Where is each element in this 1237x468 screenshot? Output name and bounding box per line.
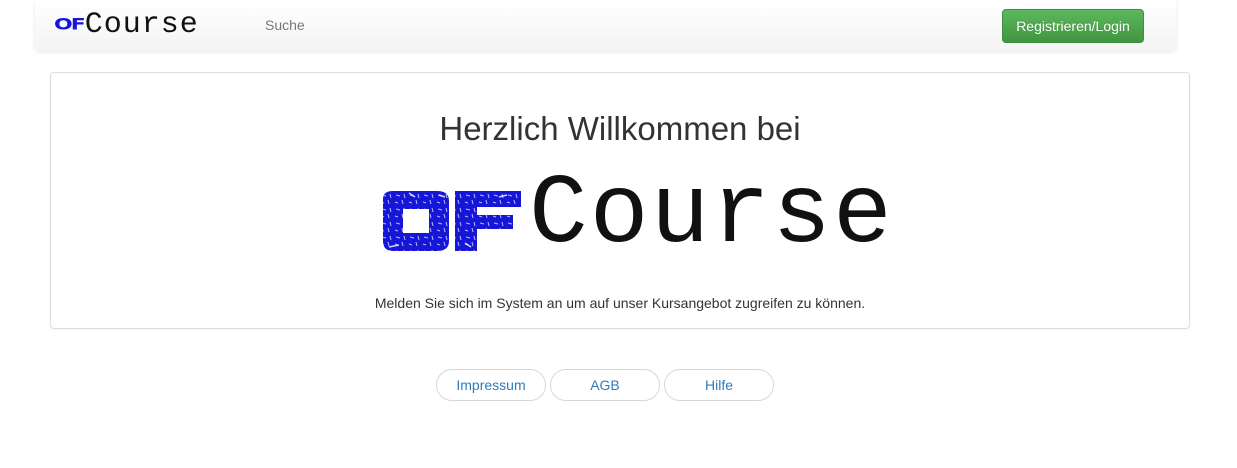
logo-word-course: Course bbox=[529, 160, 894, 271]
login-hint-text: Melden Sie sich im System an um auf unse… bbox=[374, 295, 866, 311]
brand-logo-mark: OF bbox=[54, 15, 86, 34]
footer-link-impressum[interactable]: Impressum bbox=[436, 369, 546, 401]
of-logo-mark-image bbox=[383, 191, 521, 251]
footer-links: Impressum AGB Hilfe bbox=[436, 369, 774, 401]
brand-logo-link[interactable]: OF Course bbox=[54, 10, 199, 40]
welcome-title: Herzlich Willkommen bei bbox=[439, 110, 801, 147]
nav-link-search[interactable]: Suche bbox=[265, 17, 305, 33]
top-navbar: OF Course Suche Registrieren/Login bbox=[35, 0, 1176, 51]
ofcourse-logo: Course bbox=[379, 167, 924, 265]
footer-link-agb[interactable]: AGB bbox=[550, 369, 660, 401]
welcome-panel: Herzlich Willkommen bei Course Melden Si… bbox=[50, 72, 1190, 329]
register-login-button[interactable]: Registrieren/Login bbox=[1002, 9, 1144, 43]
footer-link-hilfe[interactable]: Hilfe bbox=[664, 369, 774, 401]
brand-logo-word: Course bbox=[84, 8, 199, 42]
